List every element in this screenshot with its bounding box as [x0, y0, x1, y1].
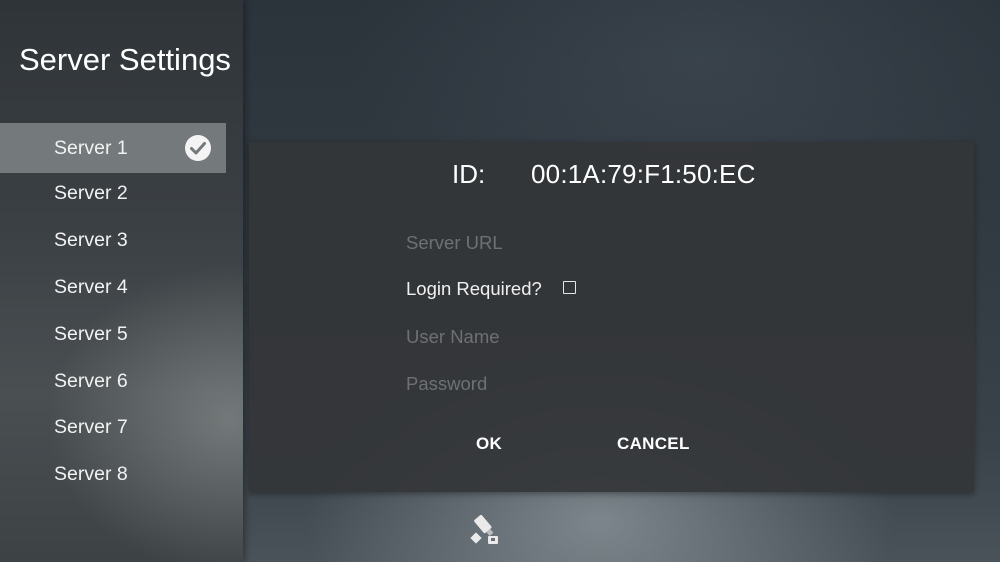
cancel-button[interactable]: CANCEL	[611, 430, 696, 458]
sidebar-item-server-5[interactable]: Server 5	[0, 311, 243, 358]
sidebar-item-server-2[interactable]: Server 2	[0, 170, 243, 217]
sidebar: Server Settings Server 1 Server 2 Server…	[0, 0, 243, 562]
login-required-row: Login Required?	[406, 278, 576, 300]
screen: Server Settings Server 1 Server 2 Server…	[0, 0, 1000, 562]
sidebar-item-label: Server 6	[54, 369, 128, 392]
ok-button[interactable]: OK	[470, 430, 508, 458]
sidebar-item-label: Server 8	[54, 463, 128, 486]
sidebar-item-server-7[interactable]: Server 7	[0, 404, 243, 451]
username-input[interactable]	[406, 326, 826, 348]
sidebar-item-label: Server 4	[54, 275, 128, 298]
sidebar-item-label: Server 3	[54, 228, 128, 251]
sidebar-item-server-1[interactable]: Server 1	[0, 123, 226, 173]
login-required-checkbox[interactable]	[562, 280, 576, 294]
sidebar-item-label: Server 5	[54, 322, 128, 345]
page-title: Server Settings	[19, 42, 231, 77]
sidebar-item-label: Server 7	[54, 416, 128, 439]
check-circle-icon	[185, 135, 211, 161]
server-settings-dialog: ID: 00:1A:79:F1:50:EC Login Required? OK…	[249, 142, 974, 492]
sidebar-item-server-3[interactable]: Server 3	[0, 217, 243, 264]
sidebar-item-server-4[interactable]: Server 4	[0, 264, 243, 311]
password-input[interactable]	[406, 373, 826, 395]
usb-drive-icon	[470, 514, 498, 544]
sidebar-item-label: Server 2	[54, 182, 128, 204]
sidebar-item-server-8[interactable]: Server 8	[0, 451, 243, 498]
mac-id-value: 00:1A:79:F1:50:EC	[531, 159, 756, 189]
sidebar-item-server-6[interactable]: Server 6	[0, 358, 243, 405]
sidebar-item-label: Server 1	[54, 137, 128, 159]
server-list: Server 1 Server 2 Server 3 Server 4 Serv…	[0, 123, 243, 498]
login-required-label: Login Required?	[406, 278, 542, 299]
server-url-input[interactable]	[406, 232, 826, 254]
id-label: ID:	[452, 159, 486, 189]
